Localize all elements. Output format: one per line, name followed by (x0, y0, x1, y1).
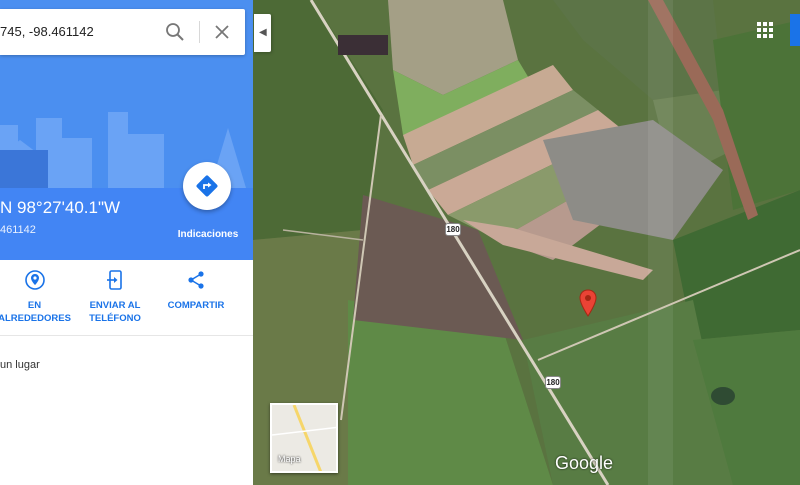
minimap-label: Mapa (278, 454, 301, 464)
send-label-line1: ENVIAR AL (89, 300, 141, 311)
sign-in-button[interactable] (790, 14, 800, 46)
search-box[interactable]: 745, -98.461142 (0, 9, 245, 55)
add-place-link[interactable]: un lugar (0, 359, 40, 371)
location-pin-icon (24, 269, 46, 291)
nearby-button[interactable]: EN ALREDEDORES (0, 260, 77, 336)
google-logo: Google (555, 453, 614, 473)
road-shield: 180 (545, 376, 561, 389)
road-shield: 180 (445, 223, 461, 236)
map-type-toggle[interactable]: Mapa (270, 403, 338, 473)
actions-row: EN ALREDEDORES ENVIAR AL TELÉFONO COMPAR… (0, 260, 253, 336)
close-icon[interactable] (212, 22, 232, 42)
satellite-map[interactable]: 180 180 Mapa Google (253, 0, 800, 485)
place-title: N 98°27'40.1"W (0, 198, 121, 217)
share-label: COMPARTIR (167, 300, 225, 311)
location-marker-icon[interactable] (579, 289, 597, 317)
share-button[interactable]: COMPARTIR (160, 260, 232, 336)
side-panel: 745, -98.461142 N 98°27'40.1"W 461142 In… (0, 0, 253, 485)
apps-grid-icon[interactable] (753, 18, 777, 42)
collapse-panel-button[interactable]: ◀ (254, 14, 271, 52)
share-icon (185, 269, 207, 291)
send-label-line2: TELÉFONO (89, 313, 141, 324)
directions-icon (196, 175, 218, 197)
nearby-label-line2: ALREDEDORES (0, 313, 71, 324)
search-icon[interactable] (164, 21, 186, 43)
search-input[interactable]: 745, -98.461142 (0, 9, 160, 55)
chevron-left-icon: ◀ (259, 27, 267, 38)
place-subtitle: 461142 (0, 224, 36, 236)
directions-label: Indicaciones (177, 229, 239, 240)
directions-button[interactable] (183, 162, 231, 210)
send-to-phone-icon (104, 269, 126, 291)
nearby-label-line1: EN (27, 300, 42, 311)
search-divider (199, 21, 200, 43)
send-to-phone-button[interactable]: ENVIAR AL TELÉFONO (78, 260, 152, 336)
